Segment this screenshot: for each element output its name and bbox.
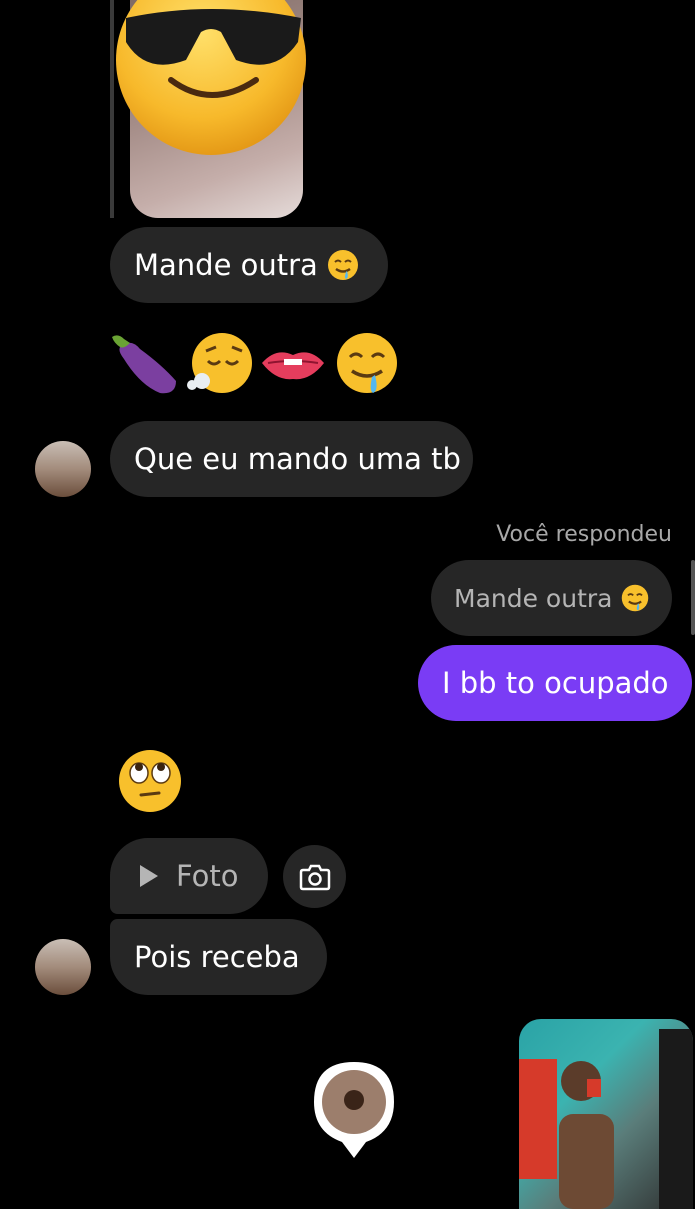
avatar[interactable] [35, 939, 91, 995]
message-text: Pois receba [134, 939, 300, 974]
camera-icon [299, 864, 330, 890]
face-exhaling-icon [187, 333, 252, 393]
message-text: I bb to ocupado [442, 665, 669, 700]
emoji-message[interactable] [110, 328, 402, 398]
eggplant-icon [112, 335, 176, 394]
avatar[interactable] [35, 441, 91, 497]
message-bubble-received[interactable]: Que eu mando uma tb [110, 421, 473, 497]
message-bubble-received[interactable]: Pois receba [110, 919, 327, 995]
drooling-face-icon [337, 333, 397, 393]
quoted-text: Mande outra [454, 583, 613, 613]
photo-content [519, 1029, 693, 1209]
location-pin-icon[interactable] [312, 1060, 396, 1160]
view-once-photo-bubble[interactable]: Foto [110, 838, 268, 914]
message-bubble-received[interactable]: Mande outra [110, 227, 388, 303]
shared-photo-thumbnail[interactable] [519, 1019, 693, 1209]
drooling-face-icon [327, 250, 358, 280]
rolling-eyes-icon[interactable] [117, 748, 183, 814]
biting-lip-icon [262, 352, 324, 380]
play-icon [140, 865, 158, 887]
camera-button[interactable] [283, 845, 346, 908]
message-text: Mande outra [134, 247, 318, 282]
foto-label: Foto [176, 858, 239, 893]
quoted-reply-bubble[interactable]: Mande outra [431, 560, 672, 636]
reply-indicator-bar [110, 0, 114, 218]
drooling-face-icon [622, 584, 649, 612]
replied-label: Você respondeu [496, 522, 672, 547]
sunglasses-face-icon [116, 0, 306, 155]
message-text: Que eu mando uma tb [134, 441, 461, 476]
message-bubble-sent[interactable]: I bb to ocupado [418, 645, 692, 721]
scrollbar[interactable] [691, 560, 695, 635]
